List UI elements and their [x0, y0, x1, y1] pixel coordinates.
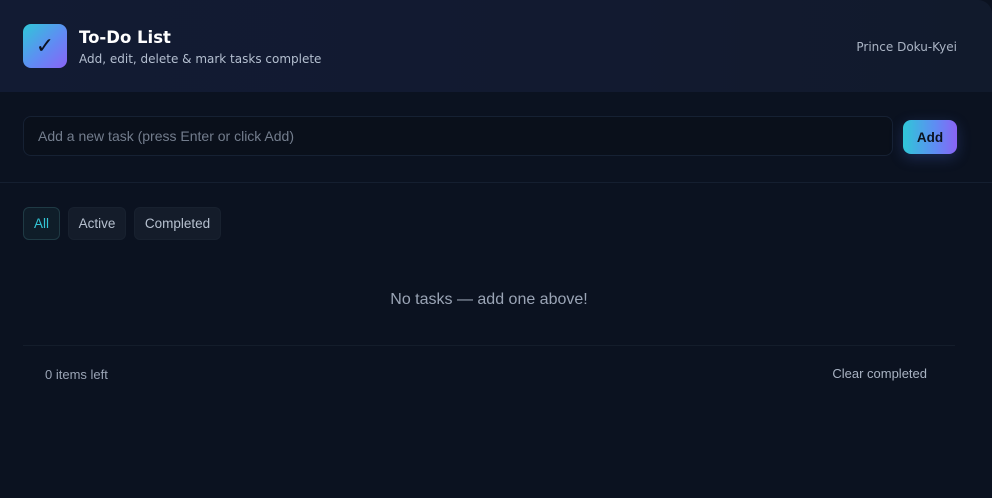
- items-left-count: 0 items left: [45, 367, 108, 382]
- app-header: ✓ To-Do List Add, edit, delete & mark ta…: [0, 0, 992, 92]
- add-task-button[interactable]: Add: [903, 120, 957, 154]
- app-subtitle: Add, edit, delete & mark tasks complete: [79, 52, 322, 66]
- clear-completed-button[interactable]: Clear completed: [832, 366, 927, 381]
- add-task-section: Add: [0, 92, 992, 183]
- author-name: Prince Doku-Kyei: [856, 40, 957, 54]
- check-icon: ✓: [35, 33, 55, 59]
- filter-completed-button[interactable]: Completed: [134, 207, 221, 240]
- todo-app: ✓ To-Do List Add, edit, delete & mark ta…: [0, 0, 992, 498]
- empty-task-message: No tasks — add one above!: [390, 291, 588, 308]
- app-title: To-Do List: [79, 28, 171, 47]
- new-task-input[interactable]: [23, 116, 893, 156]
- filter-all-button[interactable]: All: [23, 207, 60, 240]
- footer-divider: [23, 345, 955, 346]
- filter-active-button[interactable]: Active: [68, 207, 126, 240]
- app-logo: ✓: [23, 24, 67, 68]
